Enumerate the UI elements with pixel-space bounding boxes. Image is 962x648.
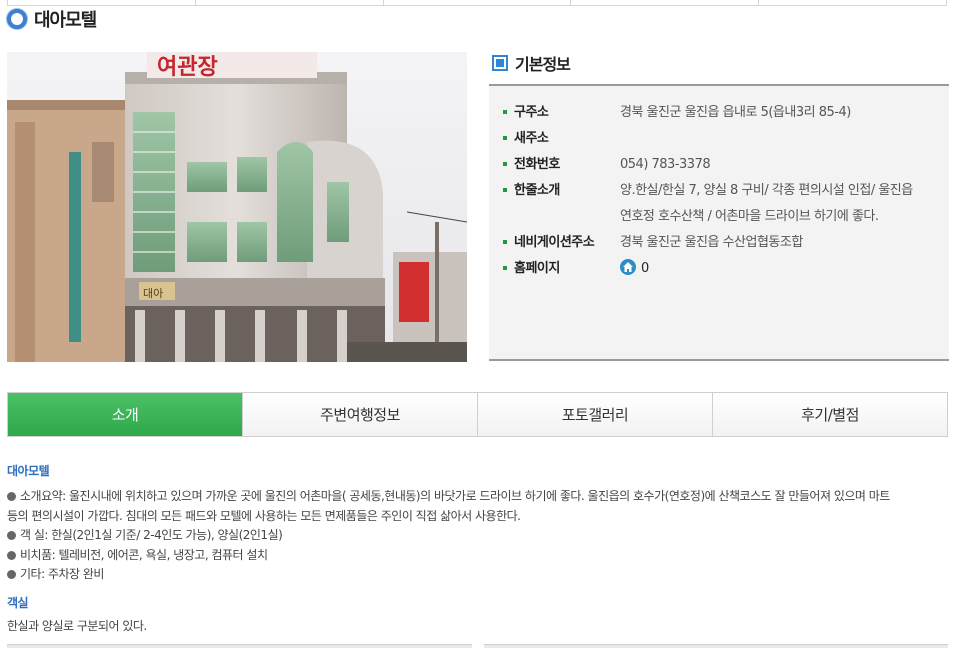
tab-nearby-travel[interactable]: 주변여행정보	[243, 393, 478, 436]
info-label: 네비게이션주소	[503, 230, 620, 256]
ring-icon	[7, 9, 27, 29]
page-title: 대아모텔	[7, 7, 97, 31]
info-row-intro: 한줄소개 양.한실/한실 7, 양실 8 구비/ 각종 편의시설 인접/ 울진읍…	[489, 178, 949, 230]
rooms-text: 한실과 양실로 구분되어 있다.	[7, 618, 147, 633]
bullet-text: 소개요약: 울진시내에 위치하고 있으며 가까운 곳에 울진의 어촌마을( 공세…	[20, 489, 890, 503]
info-label: 홈페이지	[503, 256, 620, 282]
tab-photo-gallery[interactable]: 포토갤러리	[478, 393, 713, 436]
info-value: 양.한실/한실 7, 양실 8 구비/ 각종 편의시설 인접/ 울진읍 연호정 …	[620, 178, 940, 230]
bullet-dot-icon	[7, 492, 16, 501]
bullet-text: 비치품: 텔레비전, 에어콘, 욕실, 냉장고, 컴퓨터 설치	[20, 547, 268, 562]
info-row-old-address: 구주소 경북 울진군 울진읍 읍내로 5(읍내3리 85-4)	[489, 100, 949, 126]
section-title-motel: 대아모텔	[7, 464, 50, 478]
bullet-dot-icon	[7, 531, 16, 540]
info-label: 새주소	[503, 126, 620, 152]
description-section: 대아모텔 소개요약: 울진시내에 위치하고 있으며 가까운 곳에 울진의 어촌마…	[7, 462, 953, 636]
basic-info-title: 기본정보	[492, 52, 571, 74]
tab-reviews[interactable]: 후기/별점	[713, 393, 947, 436]
info-value: 경북 울진군 울진읍 수산업협동조합	[620, 235, 803, 250]
bullet-dot-icon	[7, 550, 16, 560]
bullet-text: 객 실: 한실(2인1실 기준/ 2-4인도 가능), 양실(2인1실)	[20, 528, 283, 542]
basic-info-box: 구주소 경북 울진군 울진읍 읍내로 5(읍내3리 85-4) 새주소 전화번호…	[489, 84, 949, 361]
homepage-link[interactable]: 0	[641, 261, 649, 276]
top-tab-strip	[7, 0, 947, 6]
desc-bullet: 객 실: 한실(2인1실 기준/ 2-4인도 가능), 양실(2인1실)	[7, 526, 953, 546]
bottom-panel-left	[7, 644, 472, 648]
bottom-panel-right	[484, 644, 948, 648]
info-row-phone: 전화번호 054) 783-3378	[489, 152, 949, 178]
info-label: 구주소	[503, 100, 620, 126]
roof-sign: 여관장	[157, 55, 218, 80]
tab-intro[interactable]: 소개	[8, 393, 243, 436]
section-title-rooms: 객실	[7, 595, 29, 610]
page-title-text: 대아모텔	[34, 10, 97, 31]
info-label: 한줄소개	[503, 178, 620, 230]
basic-info-title-text: 기본정보	[515, 55, 571, 74]
content-tabs: 소개 주변여행정보 포토갤러리 후기/별점	[7, 392, 948, 437]
shop-sign: 대아	[143, 287, 163, 300]
bullet-dot-icon	[7, 570, 16, 579]
bullet-text-cont: 등의 편의시설이 가깝다. 침대의 모든 패드와 모텔에 사용하는 모든 면제품…	[7, 508, 521, 523]
desc-bullet: 기타: 주차장 완비	[7, 565, 953, 585]
info-label: 전화번호	[503, 152, 620, 178]
bullet-text: 기타: 주차장 완비	[20, 567, 104, 581]
intro-line-2: 연호정 호수산책 / 어촌마을 드라이브 하기에 좋다.	[620, 209, 879, 224]
info-value: 경북 울진군 울진읍 읍내로 5(읍내3리 85-4)	[620, 105, 851, 120]
info-value: 054) 783-3378	[620, 157, 711, 172]
square-bullet-icon	[492, 55, 508, 71]
desc-bullet: 비치품: 텔레비전, 에어콘, 욕실, 냉장고, 컴퓨터 설치	[7, 546, 953, 566]
info-row-homepage: 홈페이지 0	[489, 256, 949, 282]
desc-bullet: 소개요약: 울진시내에 위치하고 있으며 가까운 곳에 울진의 어촌마을( 공세…	[7, 487, 953, 526]
info-row-new-address: 새주소	[489, 126, 949, 152]
info-value[interactable]: 0	[620, 256, 940, 282]
home-icon[interactable]	[620, 259, 636, 275]
info-value	[620, 126, 940, 152]
intro-line-1: 양.한실/한실 7, 양실 8 구비/ 각종 편의시설 인접/ 울진읍	[620, 183, 913, 198]
info-row-navi-address: 네비게이션주소 경북 울진군 울진읍 수산업협동조합	[489, 230, 949, 256]
motel-photo: 여관장 대아	[7, 52, 467, 362]
